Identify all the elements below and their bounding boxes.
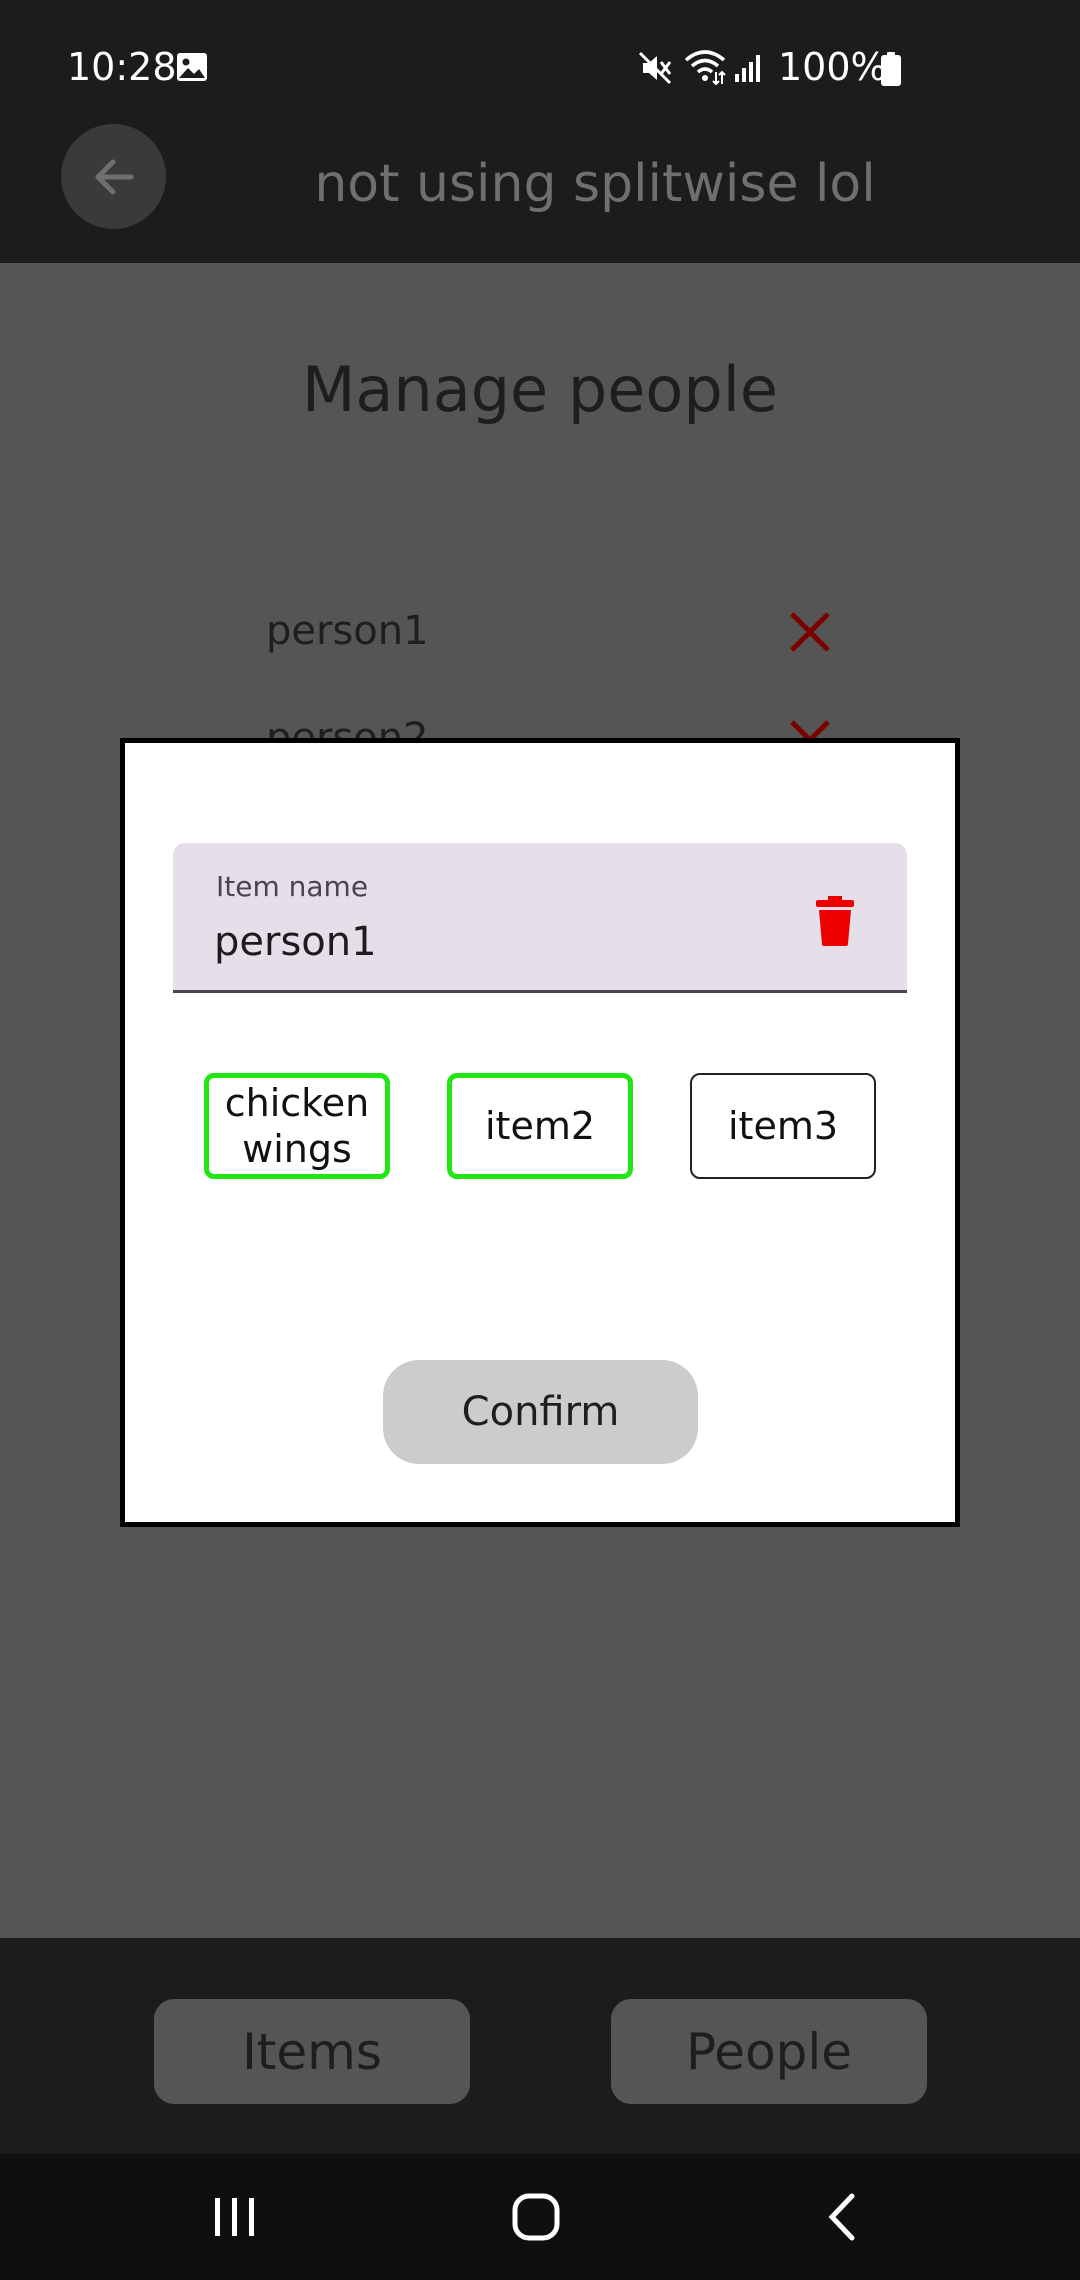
- item-chip-label: chicken wings: [224, 1081, 370, 1171]
- image-icon: [177, 53, 207, 81]
- status-time: 10:28: [67, 45, 177, 89]
- close-icon[interactable]: [786, 608, 834, 656]
- item-chip-label: item2: [484, 1104, 596, 1148]
- people-button[interactable]: People: [611, 1999, 927, 2104]
- item-name-field[interactable]: Item name: [173, 843, 907, 993]
- home-icon[interactable]: [511, 2192, 561, 2242]
- status-bar: 10:28 100%: [0, 0, 1080, 133]
- recents-icon[interactable]: [210, 2192, 260, 2242]
- page-heading: Manage people: [301, 353, 779, 426]
- item-chip[interactable]: chicken wings: [204, 1073, 390, 1179]
- app-title: not using splitwise lol: [314, 154, 876, 214]
- item-name-label: Item name: [216, 870, 369, 903]
- items-button[interactable]: Items: [154, 1999, 470, 2104]
- trash-icon: [816, 896, 854, 946]
- item-chip-label: item3: [727, 1104, 839, 1148]
- wifi-icon: [684, 50, 726, 86]
- arrow-left-icon: [95, 159, 133, 194]
- item-chip[interactable]: item2: [447, 1073, 633, 1179]
- back-button[interactable]: [61, 124, 166, 229]
- confirm-button[interactable]: Confirm: [383, 1360, 698, 1464]
- item-name-input[interactable]: [214, 915, 774, 969]
- battery-percentage: 100%: [778, 45, 887, 89]
- item-chip[interactable]: item3: [690, 1073, 876, 1179]
- system-nav-bar: [0, 2154, 1080, 2280]
- back-nav-icon[interactable]: [818, 2192, 868, 2242]
- mute-icon: [638, 51, 672, 85]
- battery-icon: [881, 52, 901, 86]
- person-name: person1: [266, 608, 429, 654]
- signal-icon: [735, 55, 760, 82]
- screen: 10:28 100% not using splitwise lol Manag…: [0, 0, 1080, 2280]
- delete-button[interactable]: [807, 893, 863, 949]
